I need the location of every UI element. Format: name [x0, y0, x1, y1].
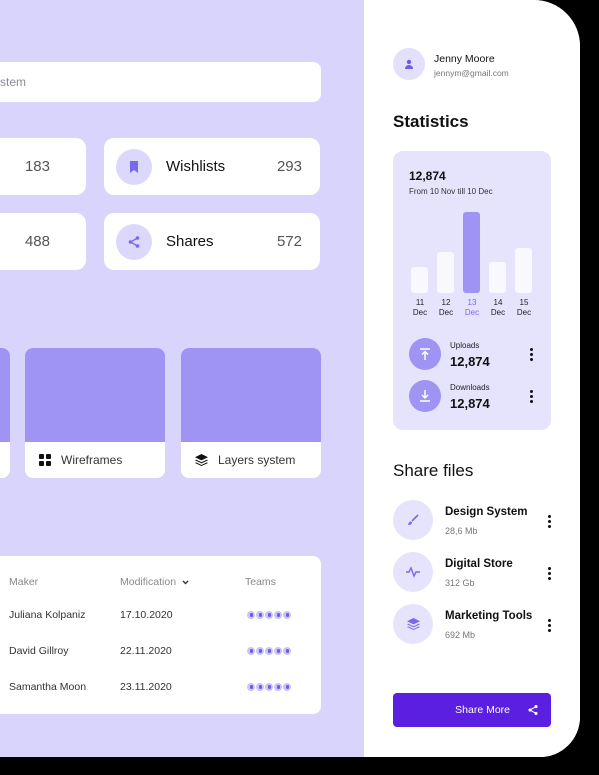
table-cell-maker: David Gillroy	[9, 645, 69, 657]
brush-icon	[393, 500, 433, 540]
avatar[interactable]	[393, 48, 425, 80]
file-menu-icon[interactable]	[547, 514, 551, 529]
chart-bar[interactable]	[489, 262, 506, 293]
stat-value: 293	[276, 158, 302, 175]
table-cell-maker: Juliana Kolpaniz	[9, 609, 86, 621]
stat-card-wishlists[interactable]: Wishlists 293	[104, 138, 320, 195]
tile-label: Wireframes	[61, 453, 123, 467]
files-table: Maker Modification Teams Juliana Kolpani…	[0, 556, 321, 714]
file-size: 692 Mb	[445, 630, 476, 640]
column-header-teams[interactable]: Teams	[245, 576, 276, 588]
uploads-label: Uploads	[450, 341, 480, 350]
file-menu-icon[interactable]	[547, 618, 551, 633]
tile-label: Layers system	[218, 453, 296, 467]
share-more-button[interactable]: Share More	[393, 693, 551, 727]
table-cell-modification: 22.11.2020	[120, 645, 172, 657]
team-avatars	[246, 646, 292, 656]
stat-value: 183	[24, 158, 50, 175]
project-tile-layers[interactable]: Layers system	[181, 348, 321, 478]
layers-icon	[393, 604, 433, 644]
team-avatars	[246, 610, 292, 620]
statistics-title: Statistics	[393, 112, 469, 131]
chart-bar[interactable]	[437, 252, 454, 293]
chart-tick-label: 13 Dec	[464, 298, 480, 318]
share-files-title: Share files	[393, 461, 474, 480]
user-icon	[405, 59, 413, 69]
column-header-maker[interactable]: Maker	[9, 576, 38, 588]
column-header-label: Modification	[120, 576, 177, 588]
file-name[interactable]: Design System	[445, 506, 527, 518]
table-cell-maker: Samantha Moon	[9, 681, 87, 693]
share-icon	[116, 223, 152, 260]
download-icon	[409, 380, 441, 412]
table-cell-modification: 23.11.2020	[120, 681, 172, 693]
tile-cover	[181, 348, 321, 442]
tile-cover	[25, 348, 165, 442]
column-header-modification[interactable]: Modification	[120, 576, 189, 588]
chart-tick-label: 12 Dec	[438, 298, 454, 318]
user-name: Jenny Moore	[434, 53, 495, 65]
share-icon	[528, 705, 538, 715]
right-panel: Jenny Moore jennym@gmail.com Statistics …	[364, 0, 580, 757]
stat-value: 572	[276, 233, 302, 250]
stat-value: 488	[24, 233, 50, 250]
user-email: jennym@gmail.com	[434, 68, 509, 78]
stat-label: Wishlists	[166, 158, 226, 175]
project-tile-partial[interactable]	[0, 348, 10, 478]
downloads-value: 12,874	[450, 396, 490, 411]
tile-cover	[0, 348, 10, 442]
stat-card-shares[interactable]: Shares 572	[104, 213, 320, 270]
chart-tick-label: 11 Dec	[412, 298, 428, 318]
stat-card-3[interactable]: 488	[0, 213, 86, 270]
search-placeholder: stem	[0, 75, 27, 89]
upload-icon	[409, 338, 441, 370]
file-menu-icon[interactable]	[547, 566, 551, 581]
chart-tick-label: 15 Dec	[516, 298, 532, 318]
app-screen: stem 183 Wishlists 293 488 Shares 572 Wi…	[0, 0, 580, 757]
stat-card-1[interactable]: 183	[0, 138, 86, 195]
statistics-total: 12,874	[409, 169, 446, 183]
chart-bar[interactable]	[515, 248, 532, 293]
bookmark-icon	[116, 148, 152, 185]
chart-tick-label: 14 Dec	[490, 298, 506, 318]
file-name[interactable]: Digital Store	[445, 558, 513, 570]
pulse-icon	[393, 552, 433, 592]
file-name[interactable]: Marketing Tools	[445, 610, 532, 622]
file-size: 312 Gb	[445, 578, 475, 588]
table-cell-modification: 17.10.2020	[120, 609, 173, 621]
grid-icon	[39, 454, 51, 466]
statistics-range: From 10 Nov till 10 Dec	[409, 187, 493, 196]
uploads-menu-icon[interactable]	[529, 347, 533, 362]
chevron-down-icon	[182, 580, 189, 585]
uploads-value: 12,874	[450, 354, 490, 369]
share-more-label: Share More	[455, 704, 510, 716]
file-size: 28,6 Mb	[445, 526, 478, 536]
stat-label: Shares	[166, 233, 214, 250]
chart-bar[interactable]	[411, 267, 428, 293]
layers-icon	[195, 454, 208, 466]
statistics-card: 12,874 From 10 Nov till 10 Dec 11 Dec 12 De…	[393, 151, 551, 430]
search-input[interactable]: stem	[0, 62, 321, 102]
chart-bar[interactable]	[463, 212, 480, 293]
team-avatars	[246, 682, 292, 692]
project-tile-wireframes[interactable]: Wireframes	[25, 348, 165, 478]
downloads-label: Downloads	[450, 383, 490, 392]
downloads-menu-icon[interactable]	[529, 389, 533, 404]
